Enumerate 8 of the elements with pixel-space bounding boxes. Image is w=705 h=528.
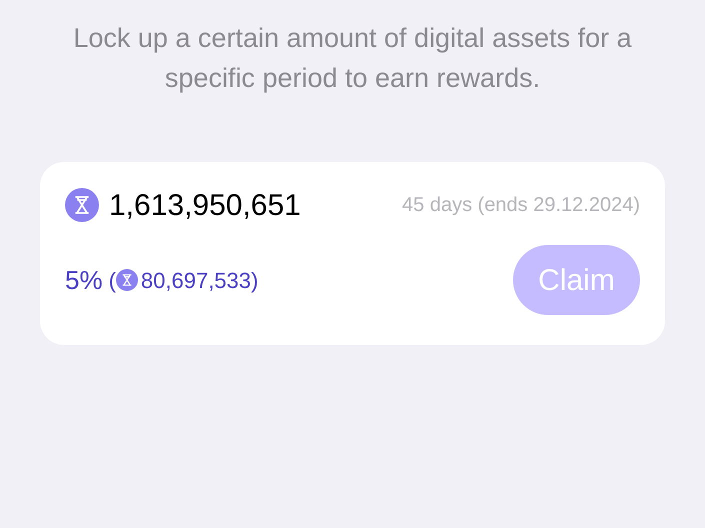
reward-rate: 5% <box>65 264 103 296</box>
description-text: Lock up a certain amount of digital assets for a specific period to earn rewards. <box>72 22 633 95</box>
hourglass-coin-icon <box>116 269 138 291</box>
hourglass-coin-icon <box>65 188 99 222</box>
term-text: 45 days (ends 29.12.2024) <box>402 193 640 218</box>
staked-amount: 1,613,950,651 <box>109 188 301 224</box>
paren-text: ( <box>108 266 116 294</box>
reward-amount: 80,697,533) <box>140 266 258 294</box>
